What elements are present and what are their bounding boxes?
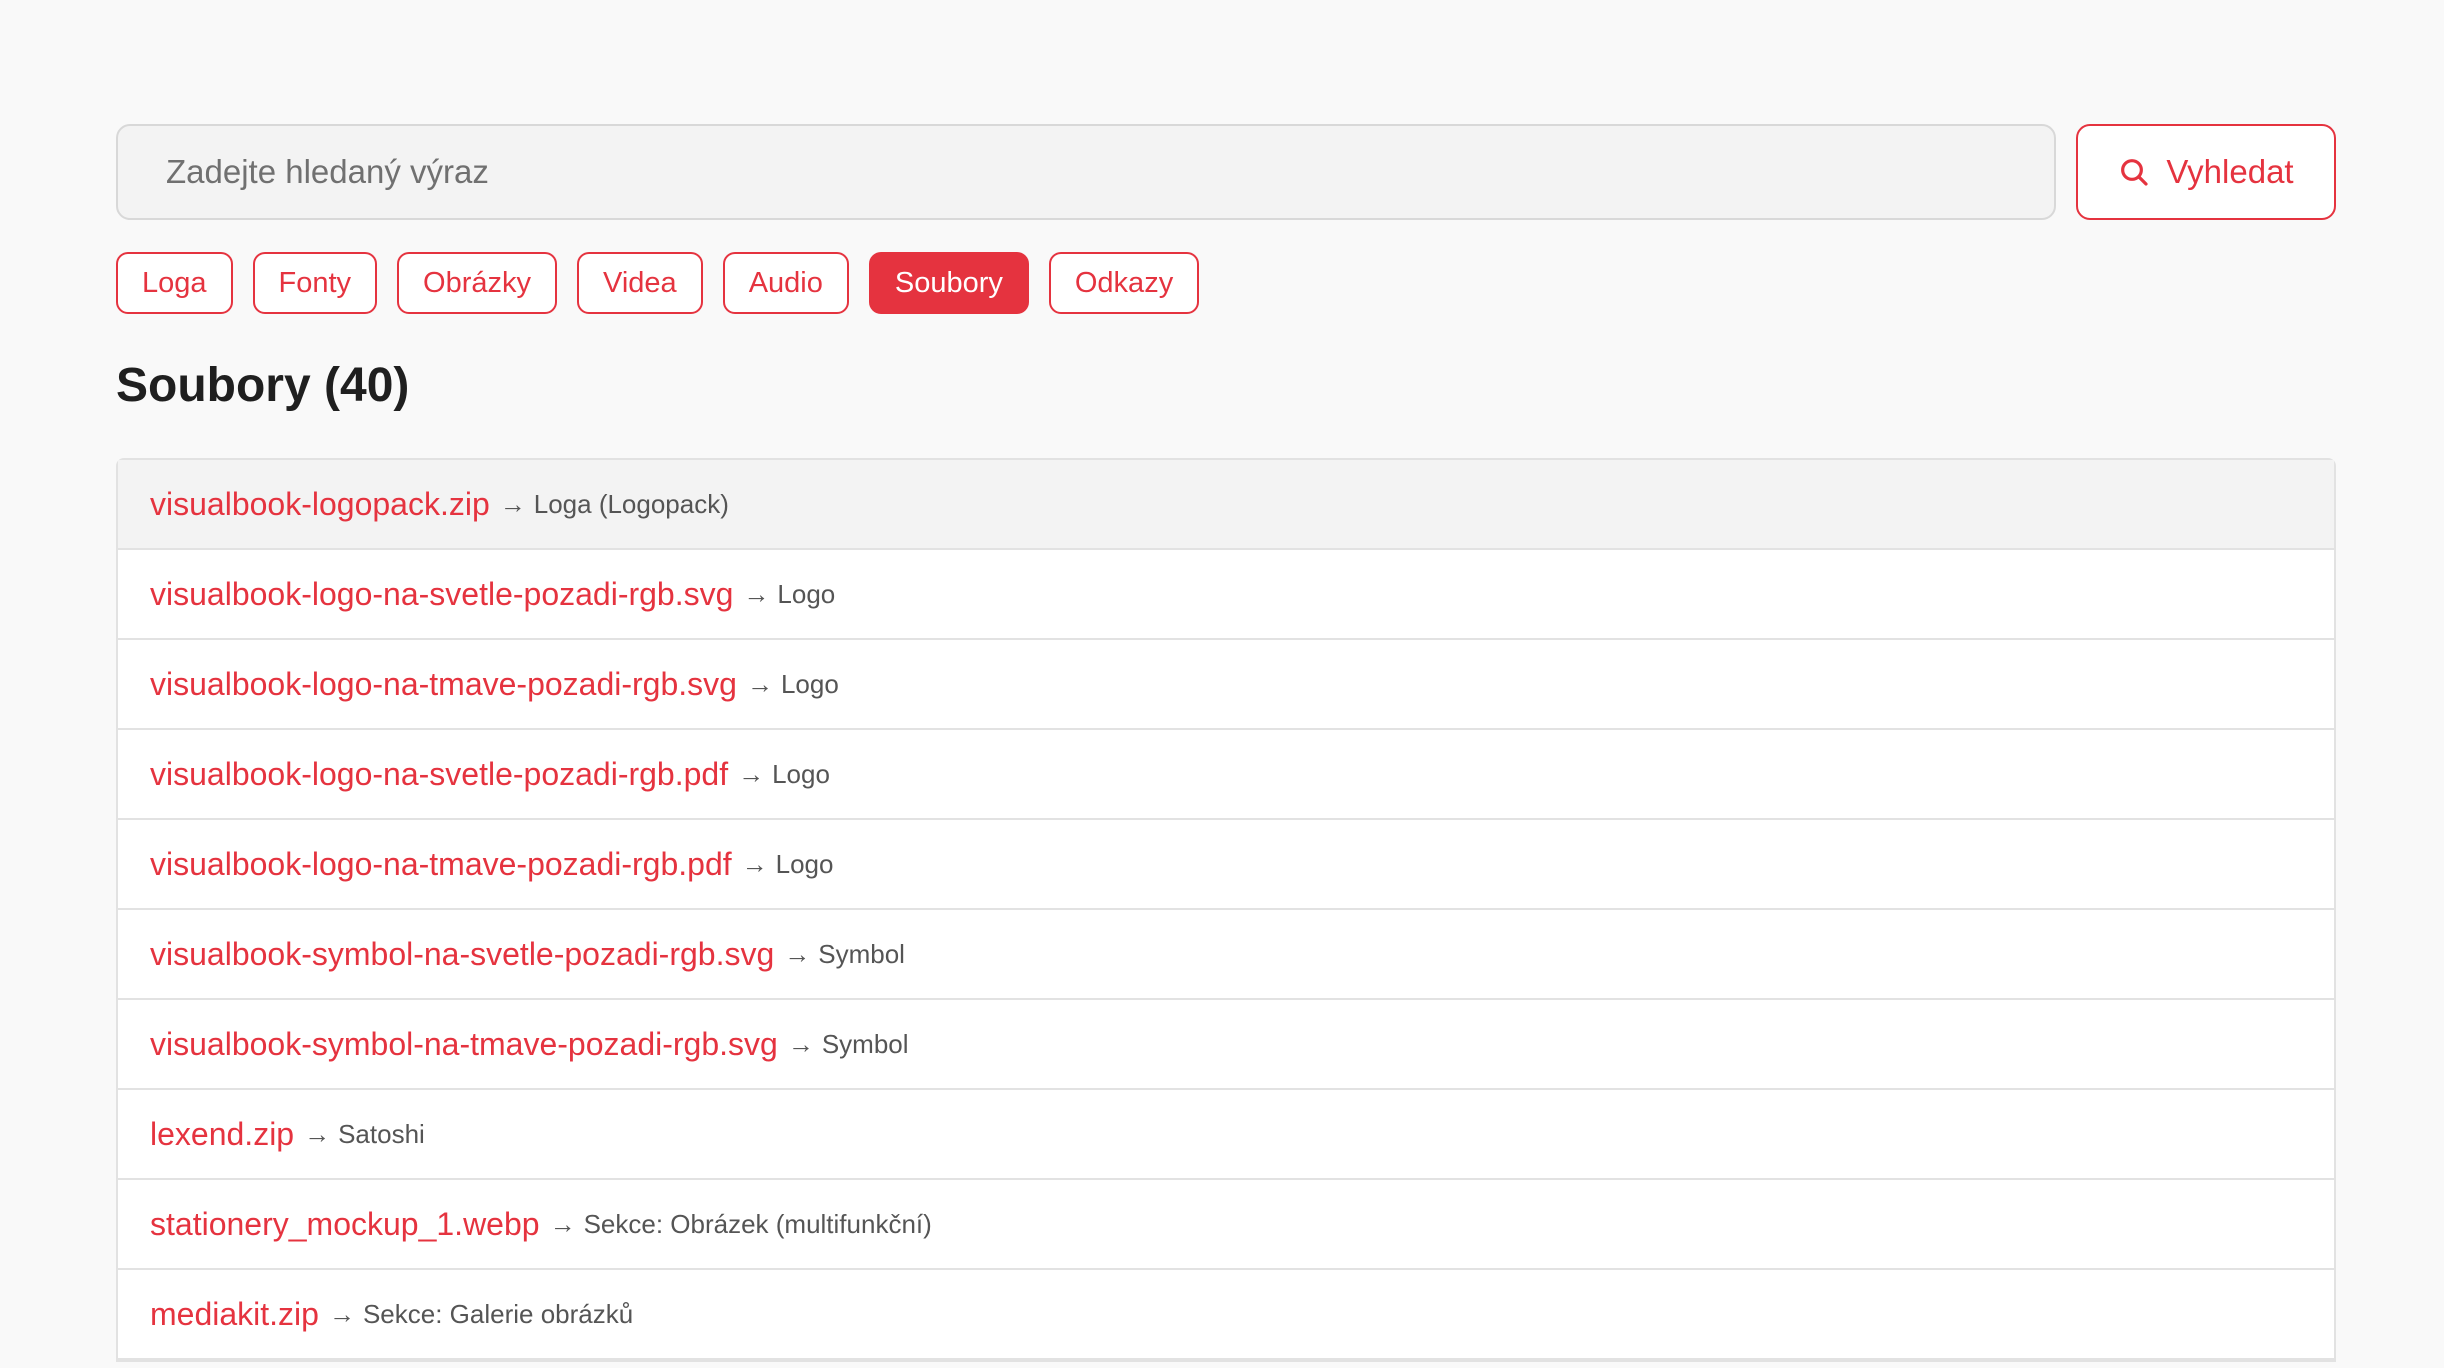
arrow-icon: →: [328, 1298, 355, 1329]
search-button-label: Vyhledat: [2166, 153, 2294, 190]
file-link[interactable]: visualbook-logo-na-tmave-pozadi-rgb.svg: [150, 666, 737, 703]
section-title: Soubory (40): [116, 359, 410, 412]
list-item: mediakit.zip → Sekce: Galerie obrázků: [118, 1270, 2334, 1360]
tab-soubory[interactable]: Soubory: [868, 252, 1029, 314]
search-bar: Vyhledat: [116, 124, 2336, 220]
tab-label: Odkazy: [1074, 266, 1174, 299]
arrow-icon: →: [738, 758, 765, 789]
arrow-icon: →: [787, 1028, 814, 1059]
tab-label: Obrázky: [423, 266, 532, 299]
file-target: Symbol: [821, 1028, 909, 1059]
list-item: visualbook-logo-na-svetle-pozadi-rgb.pdf…: [118, 730, 2334, 820]
search-input[interactable]: [116, 124, 2056, 220]
file-target: Sekce: Obrázek (multifunkční): [583, 1208, 932, 1239]
arrow-icon: →: [746, 668, 773, 699]
category-tabs: Loga Fonty Obrázky Videa Audio Soubory O…: [116, 252, 2336, 314]
tab-label: Loga: [142, 266, 207, 299]
file-target: Logo: [780, 668, 839, 699]
tab-videa[interactable]: Videa: [577, 252, 703, 314]
file-target: Sekce: Galerie obrázků: [362, 1298, 634, 1329]
file-link[interactable]: visualbook-logo-na-svetle-pozadi-rgb.svg: [150, 576, 733, 613]
file-link[interactable]: visualbook-logopack.zip: [150, 486, 490, 523]
search-icon: [2118, 156, 2150, 188]
file-link[interactable]: visualbook-logo-na-svetle-pozadi-rgb.pdf: [150, 756, 728, 793]
list-item: visualbook-logopack.zip → Loga (Logopack…: [118, 460, 2334, 550]
arrow-icon: →: [499, 488, 526, 519]
file-link[interactable]: visualbook-logo-na-tmave-pozadi-rgb.pdf: [150, 846, 732, 883]
tab-fonty[interactable]: Fonty: [252, 252, 378, 314]
tab-label: Videa: [603, 266, 677, 299]
tab-label: Soubory: [894, 266, 1003, 299]
search-button[interactable]: Vyhledat: [2076, 124, 2336, 220]
tab-loga[interactable]: Loga: [116, 252, 233, 314]
list-item: lexend.zip → Satoshi: [118, 1090, 2334, 1180]
tab-label: Fonty: [278, 266, 352, 299]
file-target: Symbol: [818, 938, 905, 969]
tab-label: Audio: [748, 266, 823, 299]
file-link[interactable]: lexend.zip: [150, 1116, 294, 1153]
list-item: visualbook-logo-na-tmave-pozadi-rgb.svg …: [118, 640, 2334, 730]
list-item: visualbook-logo-na-svetle-pozadi-rgb.svg…: [118, 550, 2334, 640]
arrow-icon: →: [549, 1208, 576, 1239]
arrow-icon: →: [304, 1118, 331, 1149]
arrow-icon: →: [743, 578, 770, 609]
file-link[interactable]: visualbook-symbol-na-tmave-pozadi-rgb.sv…: [150, 1026, 778, 1063]
tab-audio[interactable]: Audio: [722, 252, 849, 314]
page: Vyhledat Loga Fonty Obrázky Videa Audio …: [116, 124, 2336, 1362]
arrow-icon: →: [741, 848, 768, 879]
file-target: Logo: [775, 848, 834, 879]
list-item: visualbook-symbol-na-tmave-pozadi-rgb.sv…: [118, 1000, 2334, 1090]
file-target: Logo: [777, 578, 836, 609]
tab-obrazky[interactable]: Obrázky: [397, 252, 558, 314]
file-target: Loga (Logopack): [533, 488, 729, 519]
file-link[interactable]: visualbook-symbol-na-svetle-pozadi-rgb.s…: [150, 936, 774, 973]
file-list: visualbook-logopack.zip → Loga (Logopack…: [116, 458, 2336, 1362]
list-item: stationery_mockup_1.webp → Sekce: Obráze…: [118, 1180, 2334, 1270]
file-link[interactable]: mediakit.zip: [150, 1296, 319, 1333]
file-link[interactable]: stationery_mockup_1.webp: [150, 1206, 540, 1243]
list-item: visualbook-symbol-na-svetle-pozadi-rgb.s…: [118, 910, 2334, 1000]
file-target: Satoshi: [338, 1118, 425, 1149]
arrow-icon: →: [784, 938, 811, 969]
list-item: visualbook-logo-na-tmave-pozadi-rgb.pdf …: [118, 820, 2334, 910]
tab-odkazy[interactable]: Odkazy: [1048, 252, 1200, 314]
file-target: Logo: [772, 758, 830, 789]
